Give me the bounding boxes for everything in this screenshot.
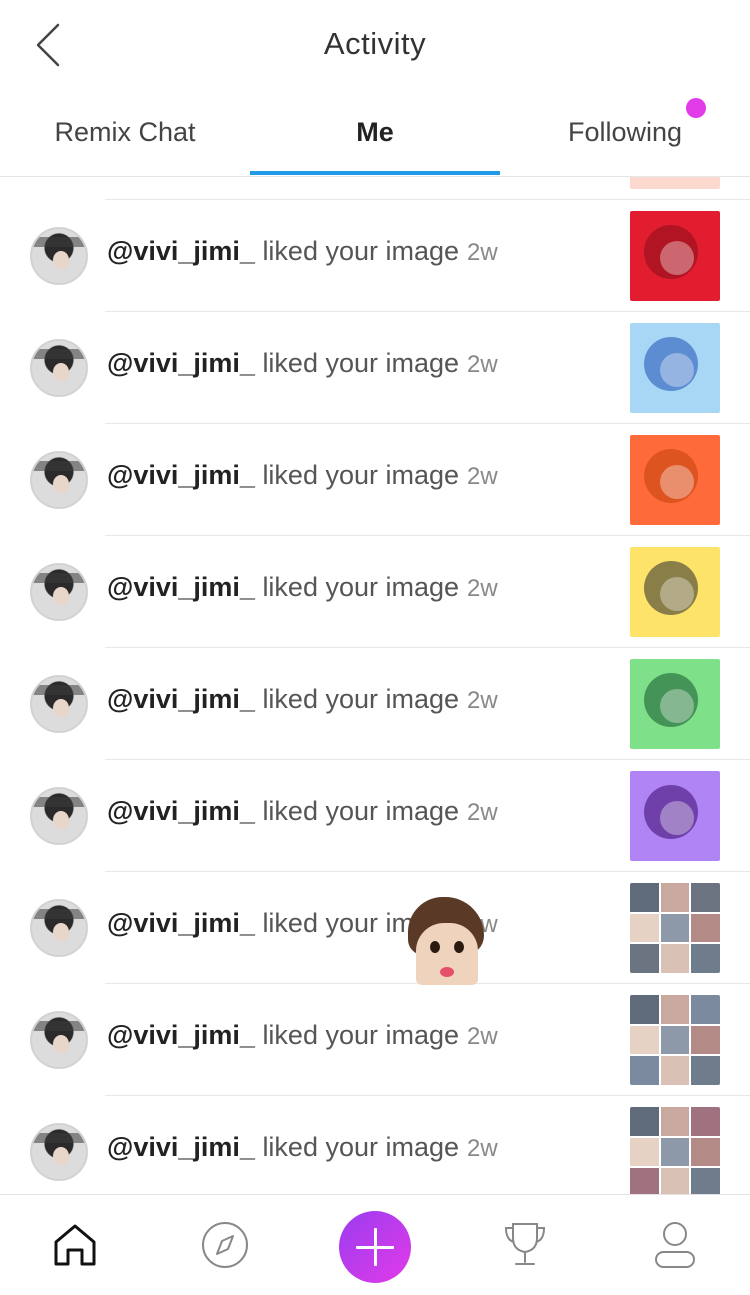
nav-explore[interactable] xyxy=(185,1195,265,1295)
image-thumbnail[interactable] xyxy=(630,1107,720,1194)
page-title: Activity xyxy=(323,26,427,61)
image-thumbnail[interactable] xyxy=(630,323,720,413)
action-text: liked your image xyxy=(262,236,460,266)
activity-feed[interactable]: @vivi_jimi_ liked your image 2w @vivi_jimi… xyxy=(0,177,750,1194)
action-text: liked your image xyxy=(262,1020,460,1050)
tab-bar: Remix Chat Me Following xyxy=(0,90,750,177)
username-link[interactable]: @vivi_jimi_ xyxy=(107,236,255,266)
avatar[interactable] xyxy=(30,563,88,621)
avatar[interactable] xyxy=(30,675,88,733)
notification-text: @vivi_jimi_ liked your image 2w xyxy=(107,236,498,267)
image-thumbnail[interactable] xyxy=(630,995,720,1085)
avatar[interactable] xyxy=(30,227,88,285)
username-link[interactable]: @vivi_jimi_ xyxy=(107,908,255,938)
list-item[interactable]: @vivi_jimi_ liked your image2w xyxy=(0,872,750,984)
timestamp: 2w xyxy=(467,575,498,602)
header: Activity xyxy=(0,0,750,90)
notification-text: @vivi_jimi_ liked your image 2w xyxy=(107,1020,498,1051)
tab-remix-chat[interactable]: Remix Chat xyxy=(0,90,250,176)
avatar[interactable] xyxy=(30,451,88,509)
notification-text: @vivi_jimi_ liked your image 2w xyxy=(107,572,498,603)
avatar[interactable] xyxy=(30,1123,88,1181)
avatar[interactable] xyxy=(30,339,88,397)
tab-me[interactable]: Me xyxy=(250,90,500,176)
avatar[interactable] xyxy=(30,899,88,957)
username-link[interactable]: @vivi_jimi_ xyxy=(107,1020,255,1050)
list-item[interactable]: @vivi_jimi_ liked your image 2w xyxy=(0,760,750,872)
username-link[interactable]: @vivi_jimi_ xyxy=(107,572,255,602)
list-item[interactable]: @vivi_jimi_ liked your image 2w xyxy=(0,536,750,648)
partial-thumbnail[interactable] xyxy=(630,177,720,189)
list-item[interactable]: @vivi_jimi_ liked your image 2w xyxy=(0,648,750,760)
action-text: liked your image xyxy=(262,460,460,490)
username-link[interactable]: @vivi_jimi_ xyxy=(107,460,255,490)
tab-following[interactable]: Following xyxy=(500,90,750,176)
nav-challenges[interactable] xyxy=(485,1195,565,1295)
list-item[interactable]: @vivi_jimi_ liked your image 2w xyxy=(0,424,750,536)
avatar[interactable] xyxy=(30,787,88,845)
username-link[interactable]: @vivi_jimi_ xyxy=(107,796,255,826)
action-text: liked your image xyxy=(262,684,460,714)
list-item[interactable]: @vivi_jimi_ liked your image 2w xyxy=(0,200,750,312)
notification-text: @vivi_jimi_ liked your image 2w xyxy=(107,348,498,379)
bottom-nav xyxy=(0,1194,750,1295)
profile-icon xyxy=(655,1222,695,1268)
home-icon xyxy=(54,1224,96,1266)
image-thumbnail[interactable] xyxy=(630,211,720,301)
action-text: liked your image xyxy=(262,796,460,826)
active-tab-indicator xyxy=(250,171,500,175)
action-text: liked your image xyxy=(262,572,460,602)
image-thumbnail[interactable] xyxy=(630,771,720,861)
avatar[interactable] xyxy=(30,1011,88,1069)
trophy-icon xyxy=(504,1223,546,1265)
username-link[interactable]: @vivi_jimi_ xyxy=(107,684,255,714)
list-item[interactable]: @vivi_jimi_ liked your image 2w xyxy=(0,984,750,1096)
create-button[interactable] xyxy=(339,1211,411,1283)
timestamp: 2w xyxy=(467,1023,498,1050)
image-thumbnail[interactable] xyxy=(630,883,720,973)
image-thumbnail[interactable] xyxy=(630,659,720,749)
timestamp: 2w xyxy=(467,239,498,266)
compass-icon xyxy=(202,1222,248,1268)
nav-home[interactable] xyxy=(35,1195,115,1295)
timestamp: 2w xyxy=(467,799,498,826)
username-link[interactable]: @vivi_jimi_ xyxy=(107,348,255,378)
action-text: liked your image xyxy=(262,348,460,378)
timestamp: 2w xyxy=(467,351,498,378)
image-thumbnail[interactable] xyxy=(630,547,720,637)
action-text: liked your image xyxy=(262,1132,460,1162)
notification-text: @vivi_jimi_ liked your image 2w xyxy=(107,1132,498,1163)
timestamp: 2w xyxy=(467,463,498,490)
timestamp: 2w xyxy=(467,1135,498,1162)
notification-text: @vivi_jimi_ liked your image 2w xyxy=(107,796,498,827)
timestamp: 2w xyxy=(467,687,498,714)
image-thumbnail[interactable] xyxy=(630,435,720,525)
nav-profile[interactable] xyxy=(635,1195,715,1295)
list-item[interactable]: @vivi_jimi_ liked your image 2w xyxy=(0,1096,750,1194)
following-notification-dot xyxy=(686,98,706,118)
notification-text: @vivi_jimi_ liked your image 2w xyxy=(107,684,498,715)
floating-sticker[interactable] xyxy=(406,897,484,985)
list-item[interactable]: @vivi_jimi_ liked your image 2w xyxy=(0,312,750,424)
notification-text: @vivi_jimi_ liked your image 2w xyxy=(107,460,498,491)
username-link[interactable]: @vivi_jimi_ xyxy=(107,1132,255,1162)
